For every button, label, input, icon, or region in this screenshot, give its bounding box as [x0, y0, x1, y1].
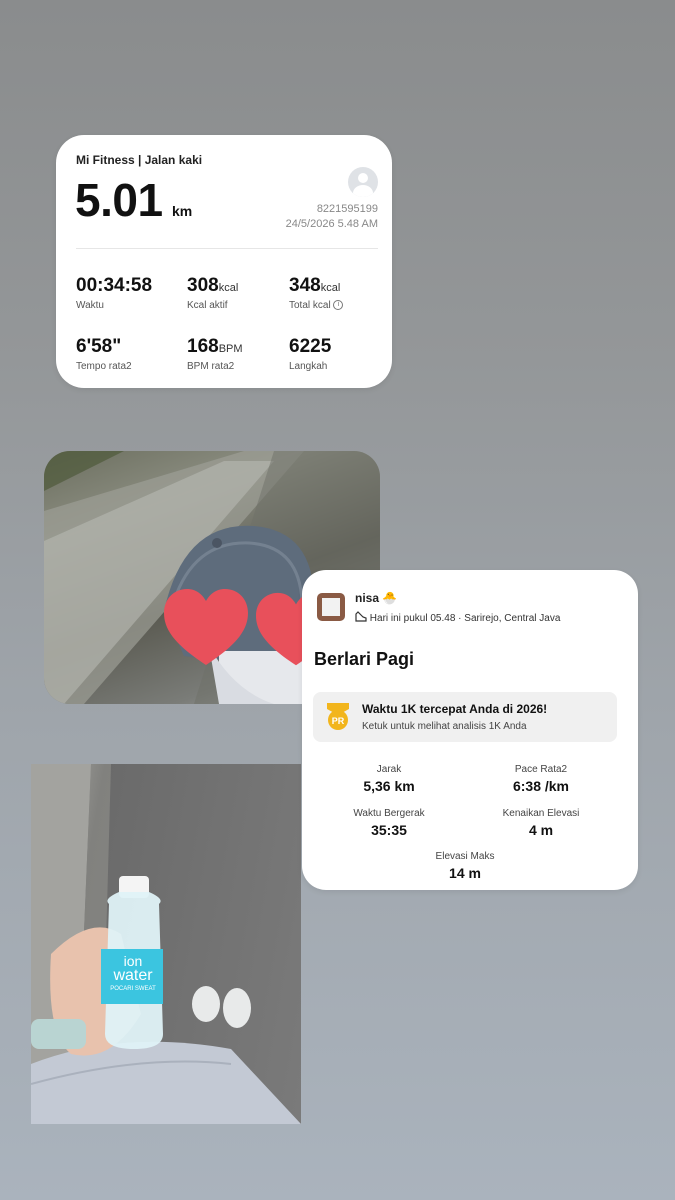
strava-activity-card[interactable]: nisa 🐣 Hari ini pukul 05.48 · Sarirejo, …: [302, 570, 638, 890]
activity-meta-text: Hari ini pukul 05.48 · Sarirejo, Central…: [369, 613, 561, 624]
stat-max-elevation: Elevasi Maks 14 m: [390, 851, 540, 881]
stat-label: Elevasi Maks: [435, 851, 495, 862]
avatar[interactable]: [348, 167, 378, 197]
stat-bpm: 168BPM BPM rata2: [187, 336, 243, 372]
activity-title[interactable]: Berlari Pagi: [314, 649, 414, 670]
stat-label: Tempo rata2: [76, 361, 132, 372]
stat-duration: 00:34:58 Waktu: [76, 275, 152, 311]
stat-distance: Jarak 5,36 km: [314, 764, 464, 794]
stat-value: 6:38 /km: [512, 778, 570, 794]
stat-value: 168: [187, 336, 219, 357]
stat-value: 4 m: [528, 822, 554, 838]
stat-label: Waktu Bergerak: [353, 808, 425, 819]
pr-subtitle: Ketuk untuk melihat analisis 1K Anda: [362, 721, 527, 732]
stat-value: 5,36 km: [363, 778, 415, 794]
stat-label: Kcal aktif: [187, 300, 228, 311]
stat-value: 14 m: [449, 865, 481, 881]
bottle-label: ion water POCARI SWEAT: [103, 954, 163, 992]
stat-label: Langkah: [289, 361, 328, 372]
info-icon[interactable]: i: [333, 300, 344, 311]
stat-total-kcal: 348kcal Total kcal i: [289, 275, 344, 311]
bottle-photo-art: [31, 764, 301, 1124]
mi-fitness-card[interactable]: Mi Fitness | Jalan kaki 5.01 km 82215951…: [56, 135, 392, 388]
bottle-brand-3: POCARI SWEAT: [110, 986, 156, 992]
user-id: 8221595199: [316, 203, 378, 215]
stat-value: 6225: [289, 336, 332, 357]
stat-value: 308: [187, 275, 219, 296]
personal-record-banner[interactable]: PR Waktu 1K tercepat Anda di 2026! Ketuk…: [313, 692, 617, 742]
pr-badge-text: PR: [332, 716, 345, 726]
stat-value: 00:34:58: [76, 275, 153, 296]
activity-datetime: 24/5/2026 5.48 AM: [285, 218, 378, 230]
stat-unit: BPM: [218, 343, 243, 355]
pr-badge-icon: PR: [327, 703, 349, 730]
bottle-photo[interactable]: ion water POCARI SWEAT: [31, 764, 301, 1124]
shoe-icon: [355, 611, 367, 622]
stat-unit: kcal: [320, 282, 341, 294]
stat-label: Total kcal: [289, 300, 331, 311]
divider: [76, 248, 378, 249]
bottle-brand-2: water: [113, 967, 153, 984]
stat-label: Kenaikan Elevasi: [502, 808, 580, 819]
stat-label: BPM rata2: [187, 361, 235, 372]
stat-label: Jarak: [376, 764, 402, 775]
stat-value: 35:35: [371, 822, 407, 838]
stat-pace: Pace Rata2 6:38 /km: [466, 764, 616, 794]
heart-icon: [164, 589, 248, 665]
pr-title: Waktu 1K tercepat Anda di 2026!: [362, 702, 548, 716]
distance-unit: km: [172, 203, 193, 219]
stat-steps: 6225 Langkah: [289, 336, 331, 372]
stat-value: 348: [289, 275, 321, 296]
stat-active-kcal: 308kcal Kcal aktif: [187, 275, 238, 311]
stat-moving-time: Waktu Bergerak 35:35: [314, 808, 464, 838]
distance-value: 5.01: [75, 174, 163, 226]
stat-label: Pace Rata2: [514, 764, 568, 775]
avatar[interactable]: [317, 593, 345, 621]
stat-elevation-gain: Kenaikan Elevasi 4 m: [466, 808, 616, 838]
activity-meta: Hari ini pukul 05.48 · Sarirejo, Central…: [355, 611, 560, 624]
stat-label: Waktu: [76, 300, 104, 311]
stat-pace: 6'58" Tempo rata2: [76, 336, 132, 372]
app-title: Mi Fitness | Jalan kaki: [76, 153, 203, 167]
bottle-brand-1: ion: [123, 953, 143, 969]
stat-unit: kcal: [218, 282, 239, 294]
stat-value: 6'58": [76, 336, 122, 357]
user-name[interactable]: nisa 🐣: [355, 591, 397, 605]
